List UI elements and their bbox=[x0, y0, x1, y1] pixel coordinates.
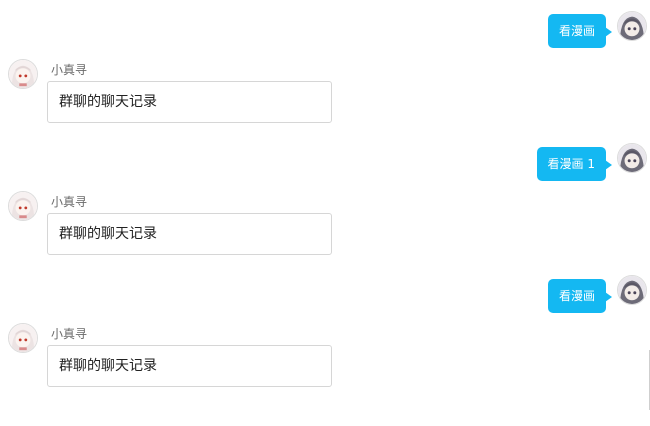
received-message-bubble: 群聊的聊天记录 bbox=[47, 81, 332, 123]
sent-message-text: 看漫画 bbox=[558, 24, 595, 38]
bubble-tail bbox=[605, 160, 612, 170]
sender-name: 小真寻 bbox=[51, 63, 88, 77]
sent-message-bubble: 看漫画 bbox=[547, 14, 612, 48]
chat-history: 看漫画 小真寻 群聊的聊天记录 看漫画 1 小真寻 群聊的聊天记录 看漫画 小真… bbox=[0, 0, 650, 426]
sender-name: 小真寻 bbox=[51, 195, 88, 209]
sent-message-text: 看漫画 1 bbox=[547, 157, 595, 171]
bubble-tail bbox=[605, 292, 612, 302]
received-message-bubble: 群聊的聊天记录 bbox=[47, 345, 332, 387]
sender-name: 小真寻 bbox=[51, 327, 88, 341]
sent-message-bubble: 看漫画 bbox=[547, 279, 612, 313]
received-message-bubble: 群聊的聊天记录 bbox=[47, 213, 332, 255]
user-avatar-icon[interactable] bbox=[617, 143, 647, 173]
bubble-tail bbox=[605, 27, 612, 37]
user-avatar-icon[interactable] bbox=[617, 11, 647, 41]
bot-avatar-icon[interactable] bbox=[8, 59, 38, 89]
sent-message-text: 看漫画 bbox=[558, 289, 595, 303]
user-avatar-icon[interactable] bbox=[617, 275, 647, 305]
bot-avatar-icon[interactable] bbox=[8, 323, 38, 353]
sent-message-bubble: 看漫画 1 bbox=[536, 147, 612, 181]
bot-avatar-icon[interactable] bbox=[8, 191, 38, 221]
